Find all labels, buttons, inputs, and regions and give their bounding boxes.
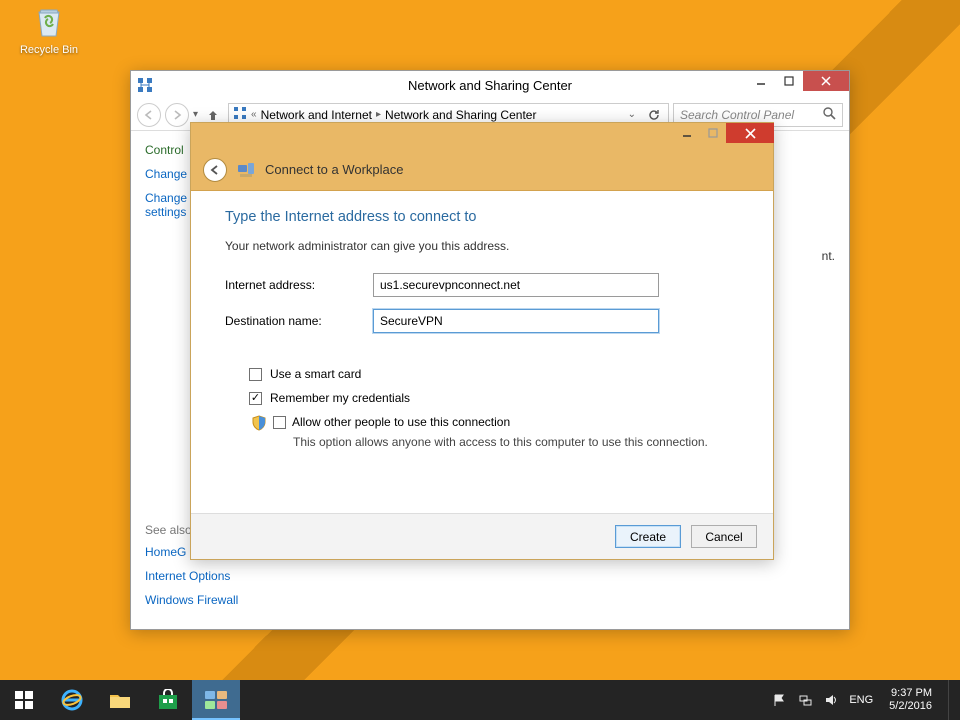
smartcard-label: Use a smart card — [270, 367, 361, 381]
chevron-right-icon: ▸ — [376, 109, 381, 120]
workplace-icon — [237, 161, 255, 179]
internet-address-field[interactable] — [373, 273, 659, 297]
shield-icon — [251, 415, 267, 431]
create-button[interactable]: Create — [615, 525, 681, 548]
recycle-bin-label: Recycle Bin — [14, 44, 84, 56]
destination-name-field[interactable] — [373, 309, 659, 333]
remember-credentials-checkbox[interactable] — [249, 392, 262, 405]
nsc-title: Network and Sharing Center — [131, 78, 849, 93]
tray-time: 9:37 PM — [889, 687, 932, 700]
internet-address-label: Internet address: — [225, 278, 373, 292]
minimize-button[interactable] — [747, 71, 775, 91]
close-button[interactable] — [803, 71, 849, 91]
tray-flag-icon[interactable] — [771, 692, 787, 708]
nsc-right-peek: nt. — [822, 249, 835, 263]
network-icon — [233, 106, 247, 123]
destination-name-label: Destination name: — [225, 314, 373, 328]
recycle-bin-icon — [31, 6, 67, 40]
nav-forward-button[interactable] — [165, 103, 189, 127]
wizard-footer: Create Cancel — [191, 513, 773, 559]
allow-others-checkbox[interactable] — [273, 416, 286, 429]
desktop: Recycle Bin Network and Sharing Center ▾ — [0, 0, 960, 680]
nsc-titlebar[interactable]: Network and Sharing Center — [131, 71, 849, 99]
chevron-down-icon[interactable]: ⌄ — [628, 109, 636, 120]
network-icon — [137, 77, 153, 93]
taskbar-control-panel[interactable] — [192, 680, 240, 720]
desktop-icon-recycle-bin[interactable]: Recycle Bin — [14, 6, 84, 56]
breadcrumb-segment[interactable]: Network and Internet▸ — [261, 108, 381, 122]
taskbar-store[interactable] — [144, 680, 192, 720]
search-placeholder: Search Control Panel — [680, 108, 794, 122]
start-button[interactable] — [0, 680, 48, 720]
wizard-heading: Type the Internet address to connect to — [225, 209, 739, 225]
taskbar-explorer[interactable] — [96, 680, 144, 720]
chevron-down-icon[interactable]: ▾ — [193, 109, 198, 120]
taskbar-ie[interactable] — [48, 680, 96, 720]
allow-others-hint: This option allows anyone with access to… — [293, 435, 739, 449]
breadcrumb-segment[interactable]: Network and Sharing Center — [385, 108, 536, 122]
tray-clock[interactable]: 9:37 PM 5/2/2016 — [883, 687, 938, 713]
chevron-left-icon: « — [251, 109, 257, 120]
tray-date: 5/2/2016 — [889, 700, 932, 713]
wizard-body: Type the Internet address to connect to … — [191, 191, 773, 513]
cancel-button[interactable]: Cancel — [691, 525, 757, 548]
wizard-header-title: Connect to a Workplace — [265, 162, 404, 177]
tray-language[interactable]: ENG — [849, 694, 873, 706]
tray-network-icon[interactable] — [797, 692, 813, 708]
taskbar: ENG 9:37 PM 5/2/2016 — [0, 680, 960, 720]
wizard-header: Connect to a Workplace — [191, 149, 773, 191]
dialog-connect-workplace: Connect to a Workplace Type the Internet… — [190, 122, 774, 560]
smartcard-checkbox[interactable] — [249, 368, 262, 381]
close-button[interactable] — [726, 123, 774, 143]
maximize-button — [700, 123, 726, 143]
maximize-button[interactable] — [775, 71, 803, 91]
wizard-back-button[interactable] — [203, 158, 227, 182]
show-desktop-button[interactable] — [948, 680, 956, 720]
wizard-hint: Your network administrator can give you … — [225, 239, 739, 253]
minimize-button[interactable] — [674, 123, 700, 143]
tray-volume-icon[interactable] — [823, 692, 839, 708]
search-icon — [823, 107, 836, 123]
remember-credentials-label: Remember my credentials — [270, 391, 410, 405]
nav-back-button[interactable] — [137, 103, 161, 127]
allow-others-label: Allow other people to use this connectio… — [292, 415, 510, 429]
wizard-titlebar[interactable] — [191, 123, 773, 149]
